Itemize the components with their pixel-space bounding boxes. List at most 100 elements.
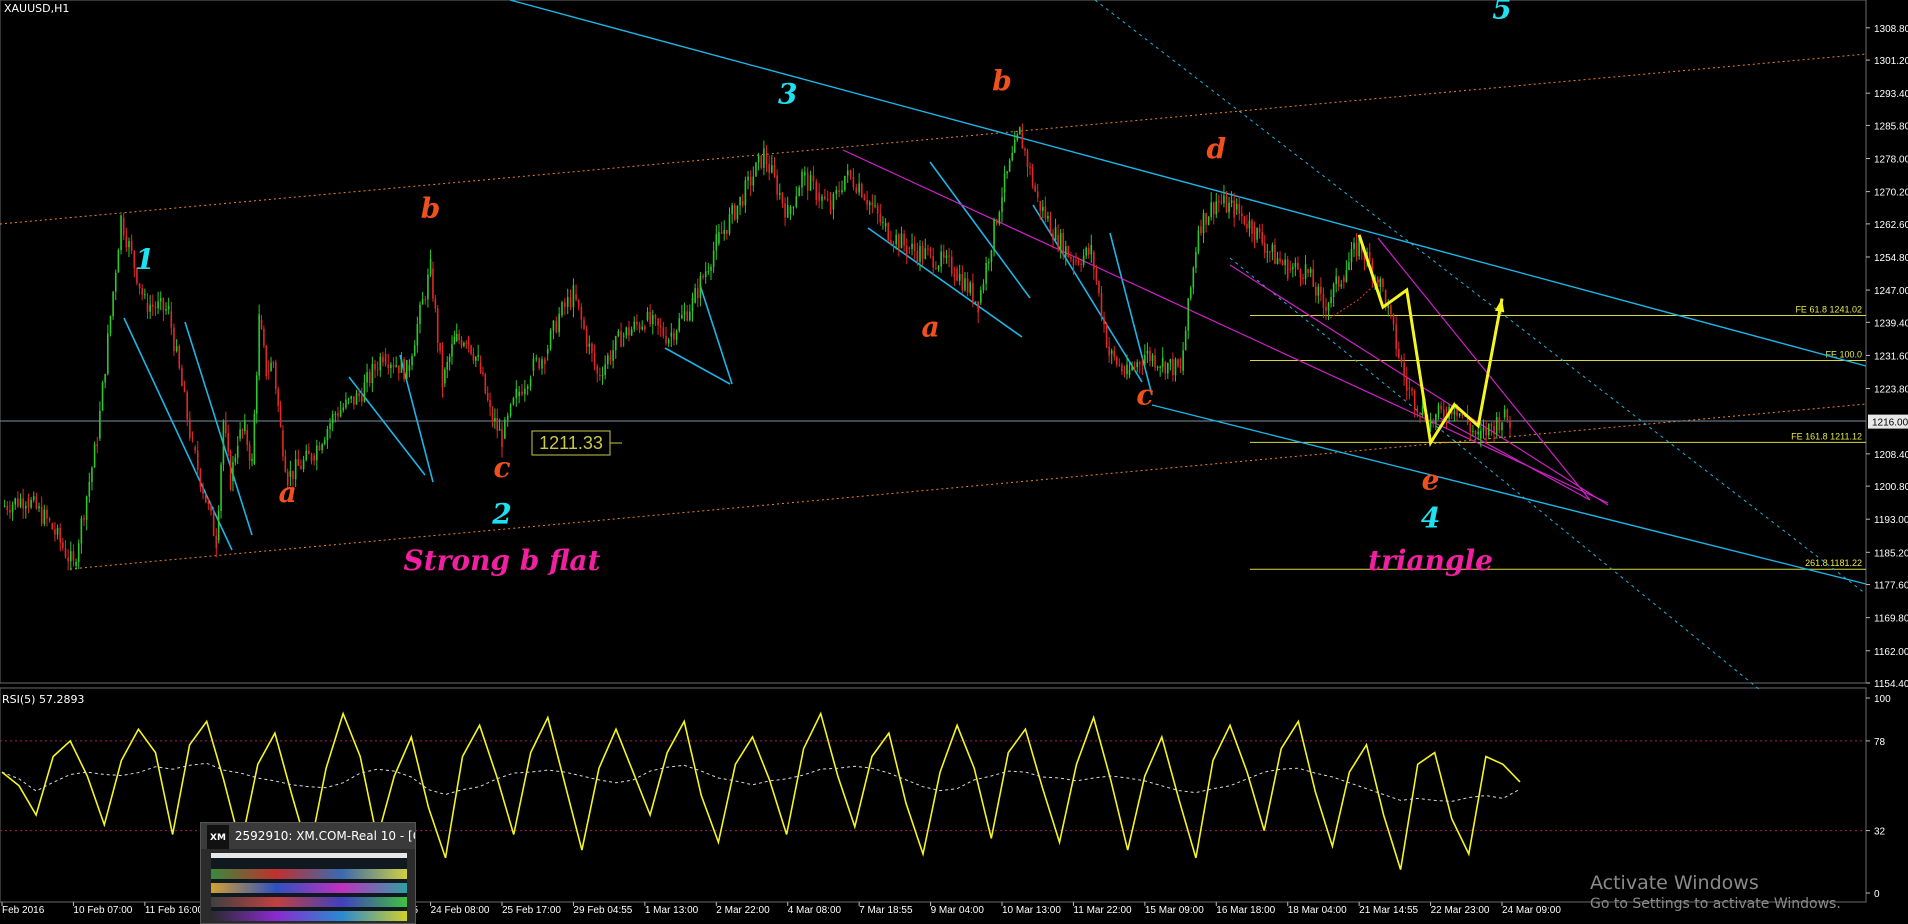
candle-body xyxy=(1128,370,1131,375)
candle-body xyxy=(1506,409,1509,422)
candle-body xyxy=(1440,405,1442,410)
candle-body xyxy=(465,343,468,345)
candle-body xyxy=(1442,409,1445,417)
time-tick-label: 22 Mar 23:00 xyxy=(1431,905,1490,916)
candle-body xyxy=(990,250,993,262)
candle-body xyxy=(387,364,390,369)
candle-body xyxy=(32,496,35,500)
candle-body xyxy=(892,242,895,245)
candle-body xyxy=(1077,260,1080,264)
candle-body xyxy=(599,374,601,376)
candle-body xyxy=(1001,197,1003,213)
candle-body xyxy=(300,465,302,470)
candle-body xyxy=(1400,357,1403,363)
candle-body xyxy=(998,212,1001,224)
price-tick-label: 1262.60 xyxy=(1874,220,1908,231)
fib-level-label: FE 161.8 1211.12 xyxy=(1791,431,1862,441)
candle-body xyxy=(91,467,93,482)
candle-body xyxy=(763,148,765,168)
candle-body xyxy=(707,270,710,272)
candle-body xyxy=(801,171,803,188)
candle-body xyxy=(1131,366,1133,371)
candle-body xyxy=(1292,266,1294,270)
candle-body xyxy=(1437,405,1440,415)
candle-body xyxy=(529,378,532,387)
candle-body xyxy=(911,243,913,249)
candle-body xyxy=(316,445,318,461)
candle-body xyxy=(591,343,593,353)
candle-body xyxy=(518,391,520,397)
candle-body xyxy=(141,288,144,295)
candle-body xyxy=(1320,286,1322,294)
candle-body xyxy=(678,318,681,331)
candle-body xyxy=(151,304,154,307)
candle-body xyxy=(1472,431,1474,433)
candle-body xyxy=(477,354,479,357)
candle-body xyxy=(400,359,403,373)
rsi-tick-label: 100 xyxy=(1874,694,1891,705)
candle-body xyxy=(667,339,670,344)
candle-body xyxy=(30,499,32,508)
candle-body xyxy=(72,551,75,561)
candle-body xyxy=(196,450,199,470)
candle-body xyxy=(337,413,339,417)
taskbar-preview[interactable]: XM 2592910: XM.COM-Real 10 - [G... xyxy=(200,822,416,924)
candle-body xyxy=(1240,213,1243,217)
candle-body xyxy=(107,333,109,374)
candle-body xyxy=(868,202,871,205)
candle-body xyxy=(538,358,540,369)
price-chart[interactable]: FE 61.8 1241.02 FE 100.0 FE 161.8 1211.12 2… xyxy=(0,0,1908,924)
candle-body xyxy=(1348,262,1350,271)
candle-body xyxy=(1003,173,1006,193)
candle-body xyxy=(604,364,606,375)
wave-label: 3 xyxy=(778,77,797,110)
candle-body xyxy=(436,308,439,343)
candle-body xyxy=(284,456,287,472)
candle-body xyxy=(120,215,122,251)
candle-body xyxy=(993,219,995,251)
candle-body xyxy=(1474,431,1477,435)
candle-body xyxy=(1458,413,1461,416)
candle-body xyxy=(1169,359,1172,363)
candle-body xyxy=(1187,298,1190,331)
candle-body xyxy=(1039,200,1042,211)
candle-body xyxy=(607,355,609,365)
candle-body xyxy=(824,196,826,200)
candle-body xyxy=(446,362,449,370)
candle-body xyxy=(506,415,509,420)
candle-body xyxy=(919,245,921,262)
candle-body xyxy=(484,373,487,394)
candle-body xyxy=(1403,362,1405,377)
candle-body xyxy=(1047,216,1049,219)
candle-body xyxy=(1052,233,1054,241)
candle-body xyxy=(496,417,499,431)
candle-body xyxy=(884,223,887,227)
candle-body xyxy=(980,290,982,303)
candle-body xyxy=(88,481,91,497)
candle-body xyxy=(258,314,260,376)
candle-body xyxy=(1485,427,1487,436)
candle-body xyxy=(1453,411,1456,415)
candle-body xyxy=(771,165,773,173)
candle-body xyxy=(882,222,884,224)
candle-body xyxy=(453,337,456,345)
candle-body xyxy=(175,346,178,351)
candle-body xyxy=(186,392,188,420)
candle-body xyxy=(246,430,249,445)
candle-body xyxy=(1156,366,1159,368)
candle-body xyxy=(384,353,387,365)
candle-body xyxy=(749,176,752,186)
candle-body xyxy=(1294,262,1297,267)
candle-body xyxy=(1031,167,1034,186)
candle-body xyxy=(1493,426,1495,434)
candle-body xyxy=(555,320,558,333)
candle-body xyxy=(1289,268,1292,270)
candle-body xyxy=(350,396,353,399)
taskbar-preview-title[interactable]: XM 2592910: XM.COM-Real 10 - [G... xyxy=(201,823,415,849)
candle-body xyxy=(757,155,760,163)
candle-body xyxy=(1411,389,1413,391)
candle-body xyxy=(382,356,384,363)
candle-body xyxy=(1335,276,1337,285)
candle-body xyxy=(265,345,268,377)
candle-body xyxy=(1024,148,1026,151)
